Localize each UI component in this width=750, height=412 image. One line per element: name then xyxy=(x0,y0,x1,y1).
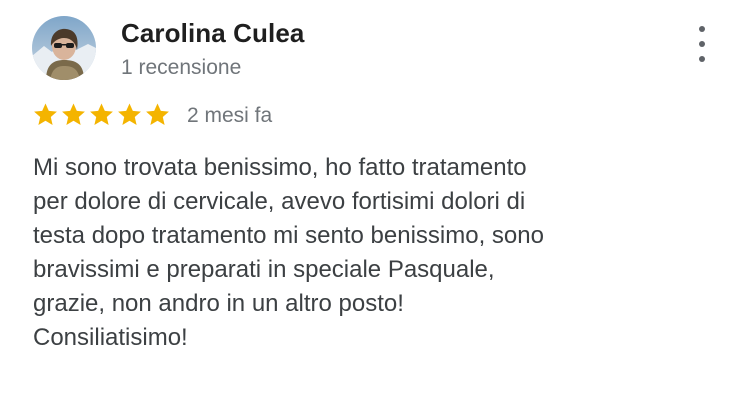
review-text-line: Mi sono trovata benissimo, ho fatto trat… xyxy=(33,154,527,181)
review-text-line: Consiliatisimo! xyxy=(33,324,188,351)
review-text-line: per dolore di cervicale, avevo fortisimi… xyxy=(33,188,526,215)
review-text: Mi sono trovata benissimo, ho fatto trat… xyxy=(33,151,723,355)
more-vert-icon-dot xyxy=(699,41,705,47)
star-icon xyxy=(146,103,169,125)
star-icon xyxy=(90,103,113,125)
review-text-line: testa dopo tratamento mi sento benissimo… xyxy=(33,222,544,249)
more-options-button[interactable] xyxy=(690,26,714,62)
more-vert-icon-dot xyxy=(699,56,705,62)
review-count[interactable]: 1 recensione xyxy=(121,56,241,80)
star-icon xyxy=(118,103,141,125)
more-vert-icon xyxy=(699,26,705,32)
star-icon xyxy=(62,103,85,125)
author-avatar[interactable] xyxy=(32,16,96,80)
review-text-line: bravissimi e preparati in speciale Pasqu… xyxy=(33,256,495,283)
review-date: 2 mesi fa xyxy=(187,104,273,127)
review-text-line: grazie, non andro in un altro posto! xyxy=(33,290,404,317)
star-rating xyxy=(32,101,171,128)
star-icon xyxy=(34,103,57,125)
avatar-image xyxy=(32,16,96,80)
author-name[interactable]: Carolina Culea xyxy=(121,18,304,49)
